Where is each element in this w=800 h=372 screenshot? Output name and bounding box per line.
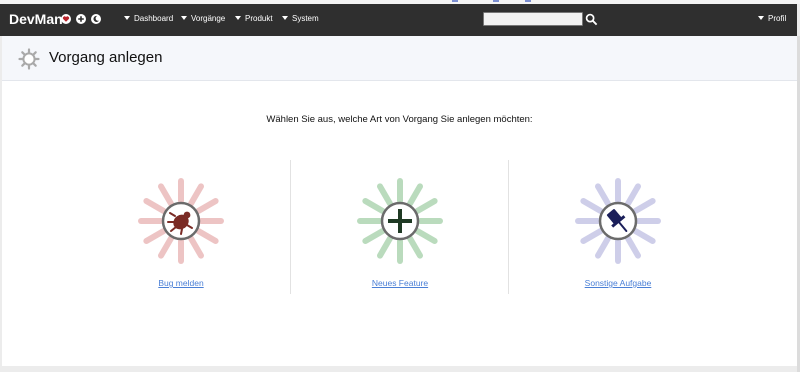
divider [508, 160, 509, 294]
new-feature-link[interactable]: Neues Feature [372, 278, 428, 288]
caret-down-icon [124, 16, 130, 20]
glow-ray [595, 235, 611, 259]
bug-icon [138, 178, 224, 264]
glow-ray [632, 228, 656, 244]
glow-ray [377, 235, 393, 259]
search-input[interactable] [483, 12, 583, 26]
menu-label: Produkt [245, 14, 273, 23]
option-task[interactable]: Sonstige Aufgabe [538, 176, 698, 291]
glow-ray [625, 235, 641, 259]
glow-ray [580, 228, 604, 244]
menu-dashboard[interactable]: Dashboard [124, 14, 173, 23]
caret-down-icon [282, 16, 288, 20]
glow-ray [158, 183, 174, 207]
page-header: Vorgang anlegen [2, 36, 797, 81]
glow-ray [143, 228, 167, 244]
glow-ray [580, 198, 604, 214]
menu-label: Profil [768, 14, 787, 23]
pushpin-icon [575, 178, 661, 264]
glow-ray [625, 183, 641, 207]
glow-ray [362, 198, 386, 214]
page-title: Vorgang anlegen [49, 49, 163, 66]
brand-logo[interactable]: DevMan [9, 11, 63, 27]
glow-ray [195, 228, 219, 244]
glow-ray [377, 183, 393, 207]
moon-icon[interactable] [91, 14, 101, 24]
plus-icon [357, 178, 443, 264]
glow-ray [414, 198, 438, 214]
caret-down-icon [235, 16, 241, 20]
glow-ray [632, 198, 656, 214]
option-feature[interactable]: Neues Feature [320, 176, 480, 291]
menu-label: Dashboard [134, 14, 174, 23]
glow-ray [407, 235, 423, 259]
main-content: Vorgang anlegen Wählen Sie aus, welche A… [2, 36, 797, 366]
instruction-text: Wählen Sie aus, welche Art von Vorgang S… [266, 114, 533, 125]
glow-ray [195, 198, 219, 214]
caret-down-icon [758, 16, 764, 20]
caret-down-icon [181, 16, 187, 20]
gear-icon [18, 48, 40, 70]
menu-profil[interactable]: Profil [758, 14, 786, 23]
other-task-link[interactable]: Sonstige Aufgabe [585, 278, 652, 288]
heart-icon[interactable] [61, 14, 71, 24]
glow-ray [414, 228, 438, 244]
glow-ray [188, 183, 204, 207]
glow-ray [407, 183, 423, 207]
menu-vorgaenge[interactable]: Vorgänge [181, 14, 225, 23]
glow-ray [143, 198, 167, 214]
menu-label: System [292, 14, 319, 23]
glow-ray [595, 183, 611, 207]
menu-label: Vorgänge [191, 14, 226, 23]
glow-ray [188, 235, 204, 259]
option-bug[interactable]: Bug melden [101, 176, 261, 291]
search-icon[interactable] [585, 13, 598, 26]
glow-ray [362, 228, 386, 244]
divider [290, 160, 291, 294]
menu-produkt[interactable]: Produkt [235, 14, 273, 23]
menu-system[interactable]: System [282, 14, 319, 23]
glow-ray [158, 235, 174, 259]
bug-report-link[interactable]: Bug melden [158, 278, 203, 288]
top-navbar: DevMan Dashboard Vorgänge Produkt System… [0, 4, 797, 36]
add-icon[interactable] [76, 14, 86, 24]
